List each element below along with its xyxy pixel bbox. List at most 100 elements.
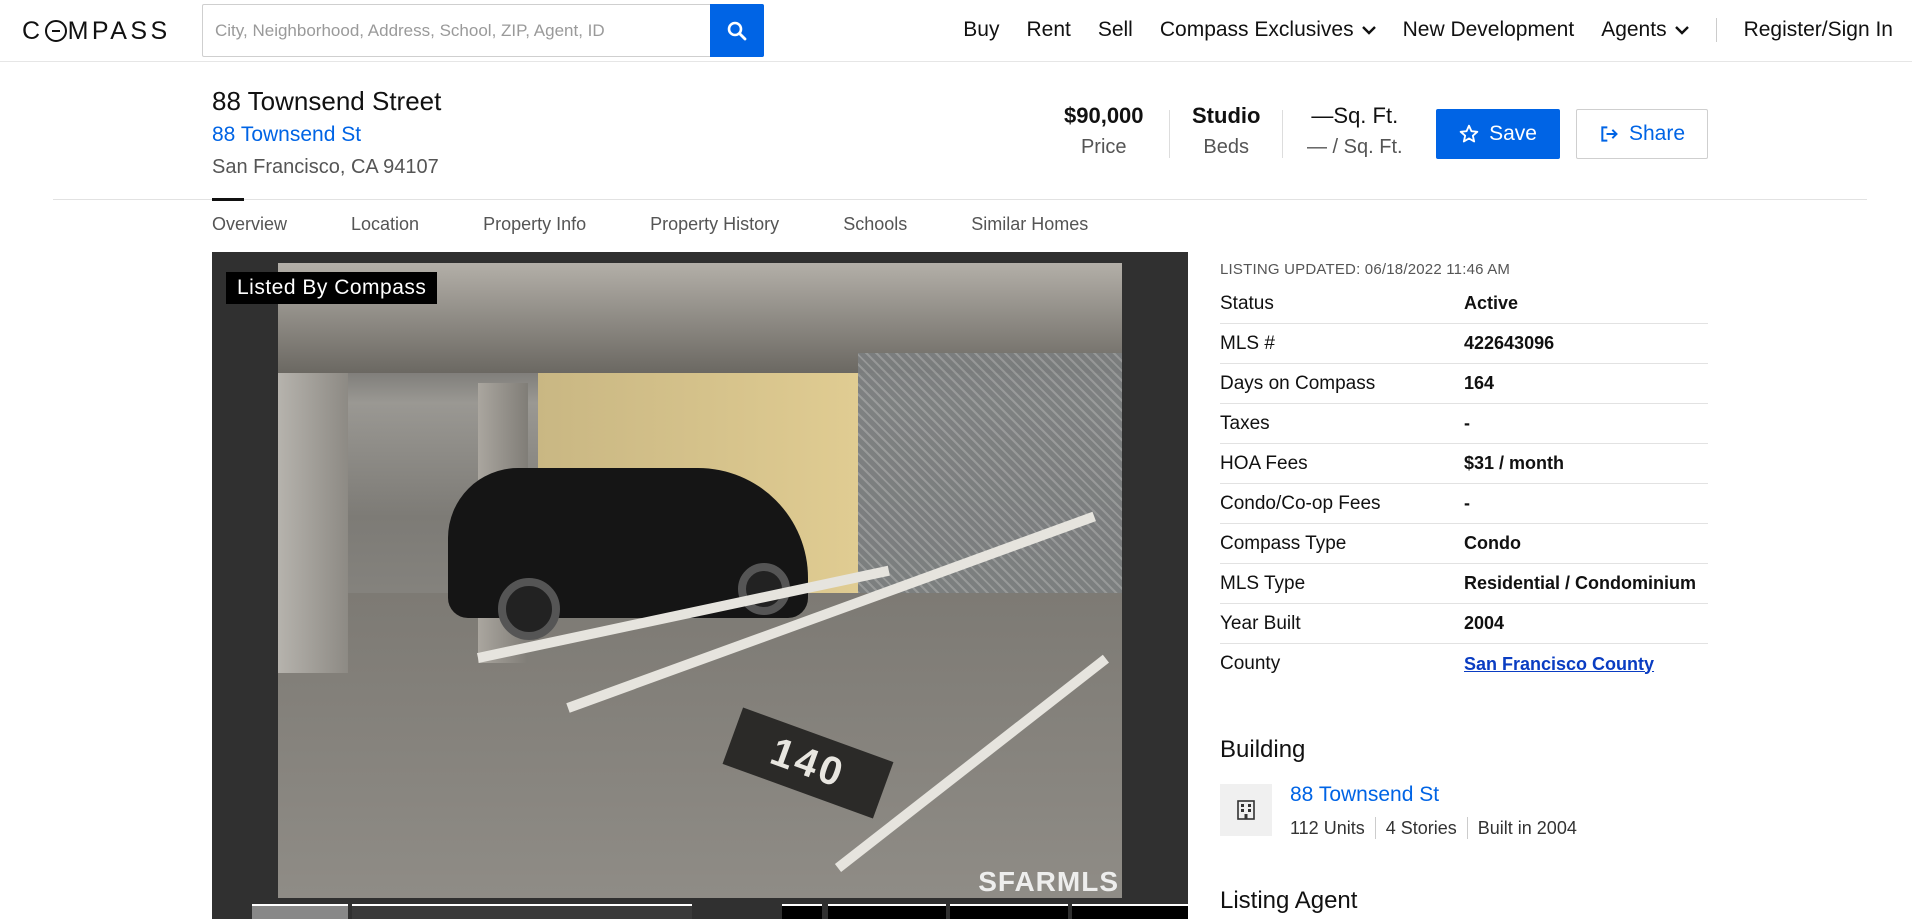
photo-thumbnail[interactable] xyxy=(1072,904,1188,919)
save-label: Save xyxy=(1489,122,1537,145)
listing-agent-heading: Listing Agent xyxy=(1220,887,1358,914)
section-tabs: Overview Location Property Info Property… xyxy=(212,214,1152,235)
nav-divider xyxy=(1715,18,1717,42)
detail-row-hoa-fees: HOA Fees $31 / month xyxy=(1220,444,1708,484)
detail-row-compass-type: Compass Type Condo xyxy=(1220,524,1708,564)
nav-buy[interactable]: Buy xyxy=(963,18,999,42)
tab-overview[interactable]: Overview xyxy=(212,214,287,235)
tab-property-info[interactable]: Property Info xyxy=(483,214,586,235)
detail-row-taxes: Taxes - xyxy=(1220,404,1708,444)
beds-value: Studio xyxy=(1192,103,1261,128)
search-bar xyxy=(202,4,764,57)
search-icon xyxy=(727,21,747,40)
price-per-sqft: — / Sq. Ft. xyxy=(1307,136,1403,158)
building-stories: 4 Stories xyxy=(1385,817,1457,838)
detail-value: Condo xyxy=(1464,533,1521,553)
detail-label: Days on Compass xyxy=(1220,372,1376,394)
listing-photo[interactable]: 140 SFARMLS xyxy=(278,263,1122,898)
stat-divider xyxy=(1169,110,1170,158)
compass-logo[interactable]: C MPASS xyxy=(22,17,171,46)
active-tab-indicator xyxy=(212,198,244,201)
header-divider xyxy=(53,199,1867,200)
chevron-down-icon xyxy=(1361,26,1376,35)
listing-photo-gallery[interactable]: 140 SFARMLS xyxy=(212,252,1188,919)
photo-thumbnail[interactable] xyxy=(352,904,692,919)
photo-thumbnails xyxy=(212,902,1188,919)
building-address-link[interactable]: 88 Townsend St xyxy=(212,123,361,147)
logo-compass-o xyxy=(44,20,67,42)
detail-row-mls: MLS # 422643096 xyxy=(1220,324,1708,364)
sqft-stat: —Sq. Ft. — / Sq. Ft. xyxy=(1307,103,1403,159)
search-input[interactable] xyxy=(203,5,710,56)
nav-rent[interactable]: Rent xyxy=(1026,18,1070,42)
photo-watermark: SFARMLS xyxy=(978,866,1119,897)
nav-agents-label: Agents xyxy=(1601,18,1667,41)
building-name-link[interactable]: 88 Townsend St xyxy=(1290,783,1439,807)
listing-updated: LISTING UPDATED: 06/18/2022 11:46 AM xyxy=(1220,261,1511,278)
detail-value: Residential / Condominium xyxy=(1464,573,1697,593)
price-label: Price xyxy=(1080,136,1127,158)
building-heading: Building xyxy=(1220,736,1306,763)
beds-stat: Studio Beds xyxy=(1192,103,1260,159)
detail-value: 2004 xyxy=(1464,613,1505,633)
nav-register-sign-in[interactable]: Register/Sign In xyxy=(1744,18,1893,42)
price-value: $90,000 xyxy=(1064,103,1144,128)
page-title: 88 Townsend Street xyxy=(212,86,442,116)
detail-value: Active xyxy=(1464,293,1519,313)
photo-thumbnail[interactable] xyxy=(252,904,348,919)
detail-row-status: Status Active xyxy=(1220,284,1708,324)
share-icon xyxy=(1601,126,1618,142)
nav-sell[interactable]: Sell xyxy=(1098,18,1133,42)
address-city: San Francisco, CA 94107 xyxy=(212,156,439,178)
nav-compass-exclusives-label: Compass Exclusives xyxy=(1159,18,1354,41)
tab-location[interactable]: Location xyxy=(351,214,419,235)
detail-value: - xyxy=(1464,413,1470,433)
nav-links: Buy Rent Sell Compass Exclusives New Dev… xyxy=(963,0,1893,60)
detail-row-condo-fees: Condo/Co-op Fees - xyxy=(1220,484,1708,524)
top-nav: CMPASS Buy Rent Sell Compass Exclusives … xyxy=(0,0,1912,62)
detail-row-mls-type: MLS Type Residential / Condominium xyxy=(1220,564,1708,604)
chevron-down-icon xyxy=(1674,26,1689,35)
meta-divider xyxy=(1374,817,1376,839)
share-button[interactable]: Share xyxy=(1576,109,1708,159)
beds-label: Beds xyxy=(1203,136,1250,158)
detail-value: 164 xyxy=(1464,373,1495,393)
building-meta: 112 Units 4 Stories Built in 2004 xyxy=(1290,817,1577,839)
detail-value: - xyxy=(1464,493,1470,513)
detail-value: $31 / month xyxy=(1464,453,1565,473)
search-button[interactable] xyxy=(710,4,764,57)
detail-label: Condo/Co-op Fees xyxy=(1220,492,1381,514)
detail-label: MLS # xyxy=(1220,332,1275,354)
detail-label: Compass Type xyxy=(1220,532,1347,554)
detail-label: Year Built xyxy=(1220,612,1301,634)
detail-label: MLS Type xyxy=(1220,572,1306,594)
tab-schools[interactable]: Schools xyxy=(843,214,907,235)
detail-row-days-on-compass: Days on Compass 164 xyxy=(1220,364,1708,404)
tab-similar-homes[interactable]: Similar Homes xyxy=(971,214,1088,235)
stat-divider xyxy=(1282,110,1283,158)
photo-wheel xyxy=(498,578,560,640)
detail-label: HOA Fees xyxy=(1220,452,1308,474)
detail-value: 422643096 xyxy=(1464,333,1555,353)
detail-row-county: County San Francisco County xyxy=(1220,644,1708,684)
detail-label: County xyxy=(1220,653,1281,674)
nav-agents[interactable]: Agents xyxy=(1601,18,1689,42)
sqft-value: —Sq. Ft. xyxy=(1311,103,1399,128)
county-link[interactable]: San Francisco County xyxy=(1464,654,1654,675)
photo-thumbnail[interactable] xyxy=(950,904,1068,919)
tab-property-history[interactable]: Property History xyxy=(650,214,779,235)
share-label: Share xyxy=(1628,122,1686,145)
save-button[interactable]: Save xyxy=(1436,109,1560,159)
meta-divider xyxy=(1466,817,1468,839)
photo-pillar xyxy=(278,373,348,673)
photo-thumbnail[interactable] xyxy=(782,904,822,919)
building-units: 112 Units xyxy=(1290,817,1365,838)
star-icon xyxy=(1459,124,1479,143)
nav-compass-exclusives[interactable]: Compass Exclusives xyxy=(1160,18,1376,42)
detail-label: Taxes xyxy=(1220,412,1270,434)
building-built: Built in 2004 xyxy=(1477,817,1577,838)
building-icon xyxy=(1220,784,1272,836)
detail-row-year-built: Year Built 2004 xyxy=(1220,604,1708,644)
photo-thumbnail[interactable] xyxy=(828,904,946,919)
nav-new-development[interactable]: New Development xyxy=(1403,18,1575,42)
